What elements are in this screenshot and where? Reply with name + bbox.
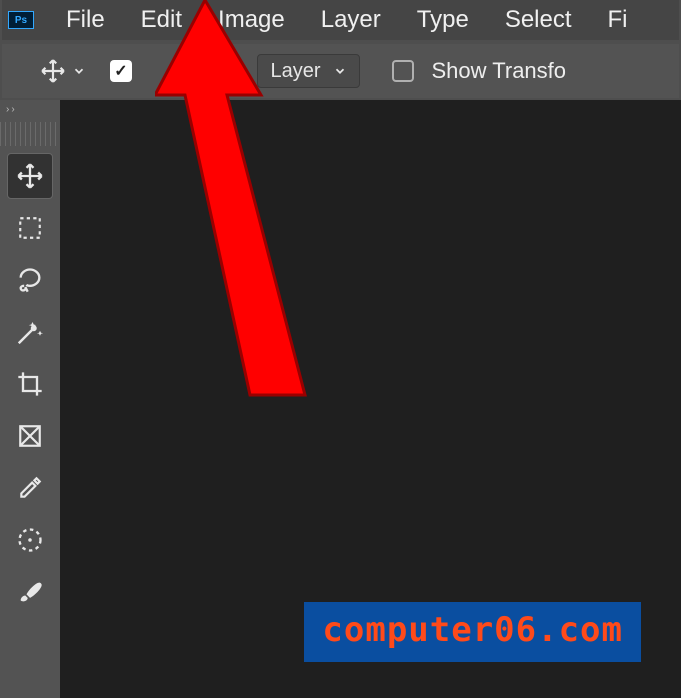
move-tool[interactable] bbox=[7, 153, 53, 199]
marquee-tool[interactable] bbox=[7, 205, 53, 251]
menu-file[interactable]: File bbox=[48, 6, 123, 34]
show-transform-checkbox[interactable] bbox=[392, 60, 414, 82]
expand-panel-icon[interactable]: ›› bbox=[0, 104, 17, 122]
auto-select-label: ect: bbox=[212, 58, 247, 84]
menu-layer[interactable]: Layer bbox=[303, 6, 399, 34]
show-transform-label: Show Transfo bbox=[432, 58, 567, 84]
menubar: Ps File Edit Image Layer Type Select Fi bbox=[0, 0, 681, 42]
tool-preset-picker[interactable] bbox=[40, 58, 86, 84]
menu-image[interactable]: Image bbox=[200, 6, 303, 34]
crop-icon bbox=[16, 370, 44, 398]
tools-panel: ›› bbox=[0, 100, 60, 698]
healing-brush-tool[interactable] bbox=[7, 517, 53, 563]
menu-select[interactable]: Select bbox=[487, 6, 590, 34]
options-bar: ✓ ect: Layer Show Transfo bbox=[0, 42, 681, 100]
watermark-badge: computer06.com bbox=[304, 602, 641, 662]
eyedropper-tool[interactable] bbox=[7, 465, 53, 511]
watermark-text: computer06.com bbox=[322, 610, 623, 650]
brush-icon bbox=[16, 578, 44, 606]
chevron-down-icon bbox=[333, 64, 347, 78]
move-icon bbox=[40, 58, 66, 84]
healing-brush-icon bbox=[16, 526, 44, 554]
menu-edit[interactable]: Edit bbox=[123, 6, 200, 34]
marquee-icon bbox=[17, 215, 43, 241]
lasso-icon bbox=[16, 266, 44, 294]
chevron-down-icon bbox=[72, 64, 86, 78]
frame-icon bbox=[17, 423, 43, 449]
auto-select-checkbox[interactable]: ✓ bbox=[110, 60, 132, 82]
auto-select-dropdown[interactable]: Layer bbox=[257, 54, 359, 88]
dropdown-value: Layer bbox=[270, 60, 320, 83]
wand-icon bbox=[15, 317, 45, 347]
ruler-stub bbox=[0, 122, 60, 146]
frame-tool[interactable] bbox=[7, 413, 53, 459]
lasso-tool[interactable] bbox=[7, 257, 53, 303]
menu-type[interactable]: Type bbox=[399, 6, 487, 34]
photoshop-logo[interactable]: Ps bbox=[8, 11, 34, 29]
wand-tool[interactable] bbox=[7, 309, 53, 355]
move-icon bbox=[16, 162, 44, 190]
menu-filter[interactable]: Fi bbox=[590, 6, 646, 34]
crop-tool[interactable] bbox=[7, 361, 53, 407]
brush-tool[interactable] bbox=[7, 569, 53, 615]
eyedropper-icon bbox=[17, 475, 43, 501]
